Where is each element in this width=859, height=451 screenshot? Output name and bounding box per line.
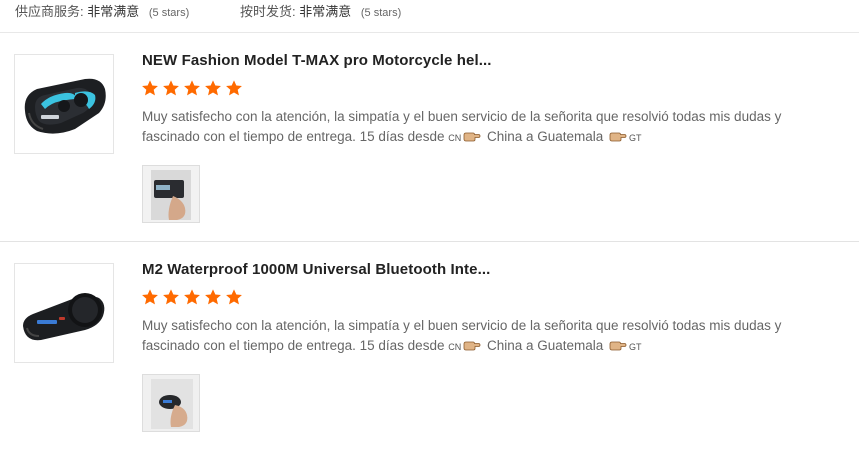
star-icon <box>226 289 242 305</box>
star-icon <box>163 289 179 305</box>
customer-photo <box>143 375 199 431</box>
shipping-rating: 按时发货: 非常满意 (5 stars) <box>240 1 401 20</box>
product-thumbnail[interactable] <box>14 263 114 363</box>
product-title-link[interactable]: NEW Fashion Model T-MAX pro Motorcycle h… <box>142 52 492 69</box>
review-star-rating <box>141 288 243 308</box>
review-body: Muy satisfecho con la atención, la simpa… <box>142 318 782 353</box>
review-item: NEW Fashion Model T-MAX pro Motorcycle h… <box>0 34 859 242</box>
pointing-hand-icon <box>463 341 481 350</box>
supplier-service-value: 非常满意 <box>87 4 140 19</box>
product-thumbnail[interactable] <box>14 54 114 154</box>
pointing-hand-icon <box>463 132 481 141</box>
product-title-link[interactable]: M2 Waterproof 1000M Universal Bluetooth … <box>142 261 490 278</box>
supplier-service-stars: (5 stars) <box>148 7 190 19</box>
review-photo-thumbnail[interactable] <box>142 165 200 223</box>
shipping-label: 按时发货: <box>240 4 296 19</box>
supplier-service-label: 供应商服务: <box>15 4 84 19</box>
destination-country-code: GT <box>629 132 642 143</box>
review-text: Muy satisfecho con la atención, la simpa… <box>142 107 842 148</box>
review-item: M2 Waterproof 1000M Universal Bluetooth … <box>0 243 859 451</box>
star-icon <box>205 289 221 305</box>
pointing-hand-icon <box>609 341 627 350</box>
review-text: Muy satisfecho con la atención, la simpa… <box>142 316 842 357</box>
star-icon <box>142 289 158 305</box>
pointing-hand-icon <box>609 132 627 141</box>
supplier-service-rating: 供应商服务: 非常满意 (5 stars) <box>15 1 189 20</box>
seller-ratings-bar: 供应商服务: 非常满意 (5 stars) 按时发货: 非常满意 (5 star… <box>0 0 859 33</box>
origin-country-code: CN <box>448 132 462 143</box>
destination-country-code: GT <box>629 341 642 352</box>
star-icon <box>226 80 242 96</box>
star-icon <box>184 289 200 305</box>
shipping-route: China a Guatemala <box>483 128 608 144</box>
review-star-rating <box>141 79 243 99</box>
star-icon <box>163 80 179 96</box>
customer-photo <box>143 166 199 222</box>
review-body: Muy satisfecho con la atención, la simpa… <box>142 109 782 144</box>
m2-intercom-image <box>15 264 113 362</box>
shipping-stars: (5 stars) <box>360 7 402 19</box>
shipping-value: 非常满意 <box>299 4 352 19</box>
star-icon <box>184 80 200 96</box>
star-icon <box>205 80 221 96</box>
tmax-intercom-image <box>15 55 113 153</box>
shipping-route: China a Guatemala <box>483 337 608 353</box>
origin-country-code: CN <box>448 341 462 352</box>
review-photo-thumbnail[interactable] <box>142 374 200 432</box>
star-icon <box>142 80 158 96</box>
